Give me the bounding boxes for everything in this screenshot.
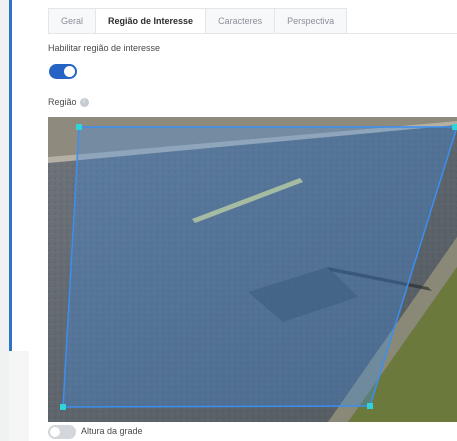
region-canvas[interactable] [48, 117, 457, 422]
tab-geral[interactable]: Geral [48, 8, 97, 34]
tab-divider [48, 33, 457, 34]
enable-region-label: Habilitar região de interesse [48, 43, 161, 53]
tab-regiao-de-interesse[interactable]: Região de Interesse [95, 8, 207, 34]
region-handle-bottom-right[interactable] [367, 403, 373, 409]
region-label: Região [48, 97, 77, 107]
left-scroll-accent[interactable] [9, 0, 12, 351]
enable-region-toggle[interactable] [49, 64, 77, 79]
region-handle-top-right[interactable] [452, 124, 457, 130]
toggle-knob [50, 427, 60, 437]
region-label-row: Região i [48, 97, 89, 107]
tab-bar: Geral Região de Interesse Caracteres Per… [48, 8, 348, 34]
tab-perspectiva[interactable]: Perspectiva [274, 8, 348, 34]
grid-height-toggle[interactable] [48, 425, 76, 439]
grid-height-label: Altura da grade [81, 426, 143, 436]
region-handle-top-left[interactable] [76, 124, 82, 130]
left-panel-footer [9, 351, 29, 441]
region-handle-bottom-left[interactable] [60, 404, 66, 410]
toggle-knob [64, 66, 75, 77]
info-icon[interactable]: i [79, 97, 89, 107]
tab-caracteres[interactable]: Caracteres [205, 8, 276, 34]
camera-view [48, 117, 457, 422]
